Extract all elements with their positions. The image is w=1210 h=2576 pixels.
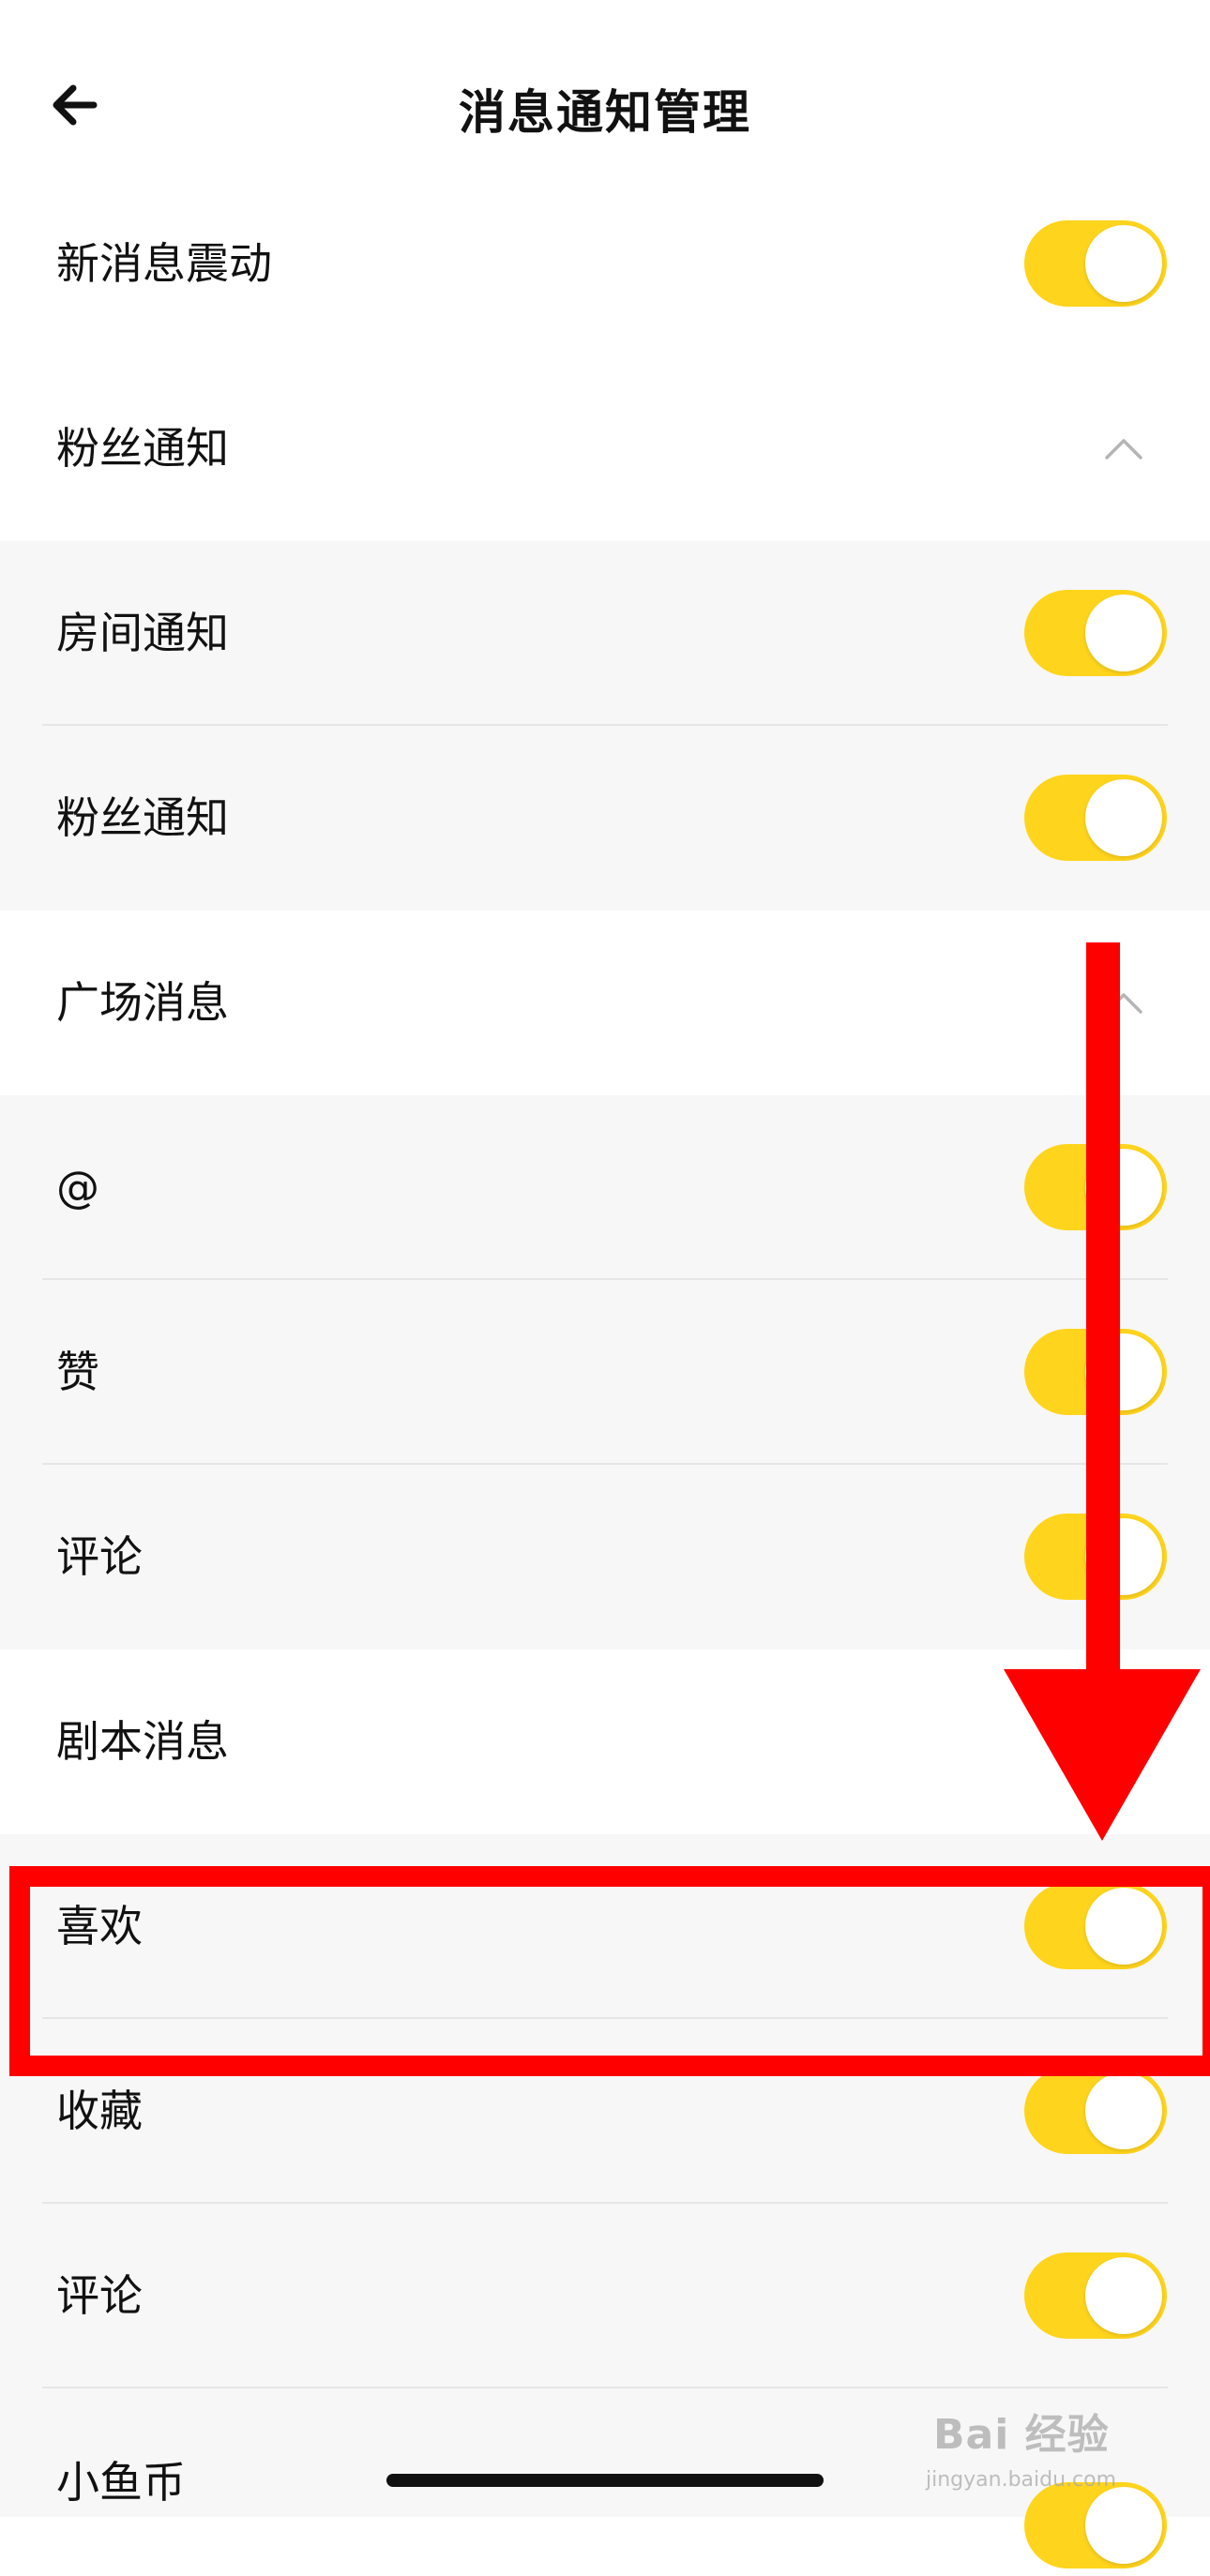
toggle-knob <box>1085 595 1162 671</box>
setting-label: 评论 <box>56 1531 143 1582</box>
toggle-knob <box>1085 1518 1162 1595</box>
setting-row-room-notice: 房间通知 <box>0 541 1210 726</box>
home-indicator[interactable] <box>386 2474 824 2487</box>
room-notice-toggle[interactable] <box>1024 590 1167 676</box>
toggle-knob <box>1085 1888 1162 1965</box>
setting-row-fans-notice: 粉丝通知 <box>0 726 1210 911</box>
section-label: 广场消息 <box>56 977 229 1028</box>
header-bar: 消息通知管理 <box>0 0 1210 197</box>
chevron-up-icon[interactable] <box>1103 986 1144 1019</box>
setting-label: 收藏 <box>56 2086 143 2136</box>
toggle-knob <box>1085 225 1162 302</box>
toggle-knob <box>1085 779 1162 856</box>
like-toggle[interactable] <box>1024 1329 1167 1415</box>
section-header-script[interactable]: 剧本消息 <box>0 1650 1210 1834</box>
setting-label: 喜欢 <box>56 1901 143 1951</box>
square-comment-toggle[interactable] <box>1024 1514 1167 1600</box>
script-comment-toggle[interactable] <box>1024 2252 1167 2339</box>
section-label: 剧本消息 <box>56 1716 229 1767</box>
setting-row-fish-coin: 小鱼币 <box>0 2388 1210 2568</box>
section-header-square[interactable]: 广场消息 <box>0 911 1210 1095</box>
setting-label: 评论 <box>56 2270 143 2321</box>
collect-toggle[interactable] <box>1024 2068 1167 2154</box>
fans-notice-toggle[interactable] <box>1024 775 1167 861</box>
setting-row-favorite: 喜欢 <box>0 1834 1210 2019</box>
fish-coin-toggle[interactable] <box>1024 2482 1167 2568</box>
setting-label: @ <box>56 1162 99 1213</box>
vibrate-toggle[interactable] <box>1024 220 1167 307</box>
mention-toggle[interactable] <box>1024 1144 1167 1230</box>
setting-label: 新消息震动 <box>56 238 272 289</box>
setting-label: 房间通知 <box>56 608 229 658</box>
toggle-knob <box>1085 2257 1162 2334</box>
chevron-up-icon[interactable] <box>1103 431 1144 465</box>
section-header-fans[interactable]: 粉丝通知 <box>0 356 1210 541</box>
setting-row-vibrate: 新消息震动 <box>0 172 1210 356</box>
toggle-knob <box>1085 1333 1162 1410</box>
setting-label: 赞 <box>56 1347 99 1397</box>
setting-row-collect: 收藏 <box>0 2019 1210 2204</box>
toggle-knob <box>1085 2072 1162 2149</box>
setting-label: 粉丝通知 <box>56 792 229 843</box>
section-label: 粉丝通知 <box>56 423 229 474</box>
favorite-toggle[interactable] <box>1024 1883 1167 1969</box>
setting-label: 小鱼币 <box>56 2457 186 2508</box>
setting-row-mention: @ <box>0 1095 1210 1280</box>
toggle-knob <box>1085 1149 1162 1226</box>
setting-row-like: 赞 <box>0 1280 1210 1465</box>
toggle-knob <box>1085 2487 1162 2564</box>
setting-row-script-comment: 评论 <box>0 2204 1210 2388</box>
page-title: 消息通知管理 <box>459 85 751 140</box>
setting-row-square-comment: 评论 <box>0 1465 1210 1650</box>
